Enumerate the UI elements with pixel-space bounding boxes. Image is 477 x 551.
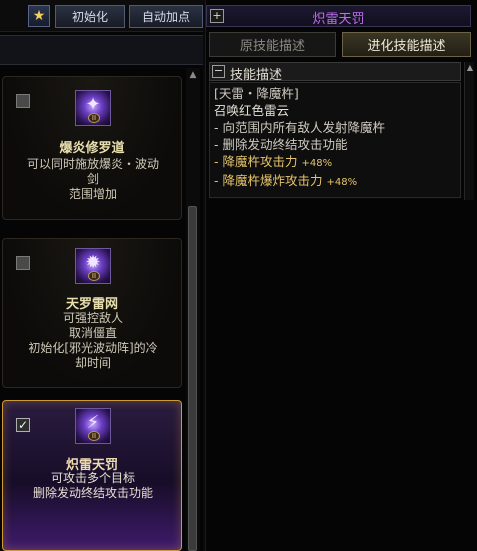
desc-line: [天雷・降魔杵] — [214, 86, 299, 101]
skill-desc-line: 删除发动终结攻击功能 — [32, 486, 153, 500]
skill-description: 可以同时施放爆炎・波动 剑 范围增加 — [9, 157, 177, 202]
stat-line: - 降魔杵爆炸攻击力 +48% — [214, 172, 460, 191]
rank-badge: II — [88, 431, 100, 441]
desc-line: - 向范围内所有敌人发射降魔杵 — [214, 120, 385, 135]
left-toolbar: ★ 初始化 自动加点 — [0, 0, 203, 32]
stat-value: +48% — [326, 177, 358, 188]
star-button[interactable]: ★ — [28, 5, 50, 27]
scroll-up-arrow-icon[interactable]: ▲ — [186, 68, 200, 82]
skill-checkbox[interactable] — [16, 94, 30, 108]
collapse-icon[interactable]: − — [212, 65, 225, 78]
rank-badge: II — [88, 113, 100, 123]
checkmark-icon: ✓ — [17, 418, 29, 432]
stat-line: - 降魔杵攻击力 +48% — [214, 153, 460, 172]
skill-desc-line: 却时间 — [74, 356, 111, 370]
detail-scrollbar[interactable]: ▲ — [464, 62, 474, 200]
description-box: [天雷・降魔杵] 召唤红色雷云 - 向范围内所有敌人发射降魔杵 - 删除发动终结… — [209, 82, 461, 198]
skill-checkbox-checked[interactable]: ✓ — [16, 418, 30, 432]
list-header-bar — [0, 35, 203, 65]
stat-label: - 降魔杵爆炸攻击力 — [214, 173, 327, 188]
stat-value: +48% — [301, 158, 333, 169]
detail-title-bar: + 炽雷天罚 — [206, 5, 471, 27]
skill-desc-line: 可以同时施放爆炎・波动 — [26, 157, 159, 171]
tab-original-description[interactable]: 原技能描述 — [209, 32, 336, 57]
skill-card[interactable]: ✹ II 天罗雷网 可强控敌人 取消僵直 初始化[邪光波动阵]的冷 却时间 — [2, 238, 182, 388]
skill-card-list: ✦ II 爆炎修罗道 可以同时施放爆炎・波动 剑 范围增加 ✹ II 天罗雷网 … — [0, 68, 186, 551]
skill-description: 可强控敌人 取消僵直 初始化[邪光波动阵]的冷 却时间 — [9, 311, 177, 371]
skill-icon: ⚡ II — [75, 408, 111, 444]
skill-checkbox[interactable] — [16, 256, 30, 270]
skill-card[interactable]: ✦ II 爆炎修罗道 可以同时施放爆炎・波动 剑 范围增加 — [2, 76, 182, 220]
skill-desc-line: 可强控敌人 — [62, 311, 123, 325]
skill-desc-line: 范围增加 — [68, 187, 117, 201]
desc-line: - 删除发动终结攻击功能 — [214, 137, 348, 152]
tab-evolved-description[interactable]: 进化技能描述 — [342, 32, 471, 57]
skill-desc-line: 可攻击多个目标 — [50, 471, 135, 485]
auto-assign-button[interactable]: 自动加点 — [129, 5, 203, 28]
skill-card-selected[interactable]: ✓ ⚡ II 炽雷天罚 可攻击多个目标 删除发动终结攻击功能 — [2, 400, 182, 551]
detail-title: 炽雷天罚 — [312, 12, 365, 27]
skill-description: 可攻击多个目标 删除发动终结攻击功能 — [9, 471, 177, 501]
star-icon: ★ — [32, 8, 46, 24]
skill-title: 爆炎修罗道 — [59, 141, 125, 156]
skill-desc-line: 初始化[邪光波动阵]的冷 — [28, 341, 158, 355]
desc-line: 召唤红色雷云 — [214, 103, 290, 118]
reset-button[interactable]: 初始化 — [55, 5, 125, 28]
skill-desc-line: 剑 — [86, 172, 99, 186]
stat-label: - 降魔杵攻击力 — [214, 154, 302, 169]
skill-icon: ✦ II — [75, 90, 111, 126]
scroll-thumb[interactable] — [188, 206, 197, 551]
section-header[interactable]: − 技能描述 — [209, 62, 461, 83]
skill-detail-pane: + 炽雷天罚 原技能描述 进化技能描述 − 技能描述 [天雷・降魔杵] 召唤红色… — [205, 0, 477, 551]
skill-icon: ✹ II — [75, 248, 111, 284]
list-scrollbar[interactable]: ▲ — [186, 68, 200, 551]
rank-badge: II — [88, 271, 100, 281]
section-label: 技能描述 — [230, 68, 283, 83]
scroll-up-arrow-icon[interactable]: ▲ — [465, 62, 475, 74]
skill-title: 天罗雷网 — [65, 297, 118, 312]
skill-desc-line: 取消僵直 — [68, 326, 117, 340]
skill-list-pane: ★ 初始化 自动加点 ✦ II 爆炎修罗道 可以同时施放爆炎・波动 剑 范围增加… — [0, 0, 203, 551]
